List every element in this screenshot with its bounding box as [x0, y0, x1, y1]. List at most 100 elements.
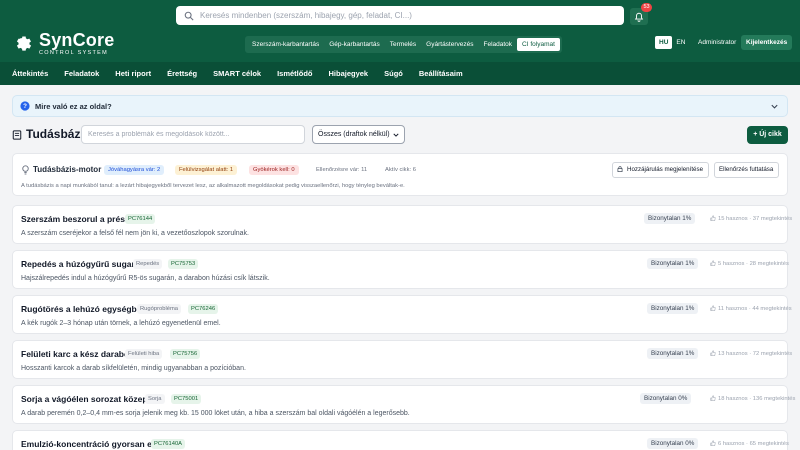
run-check-button[interactable]: Ellenőrzés futtatása	[714, 162, 780, 178]
article-code-badge: PC75001	[171, 394, 202, 404]
thumbs-up-icon	[710, 215, 716, 221]
page-help-toggle[interactable]: ? Mire való ez az oldal?	[12, 95, 788, 117]
engine-title: Tudásbázis-motor	[33, 165, 102, 174]
article-stats: 18 hasznos · 136 megtekintés	[710, 395, 795, 402]
lang-hu-button[interactable]: HU	[655, 36, 673, 49]
engine-description: A tudásbázis a napi munkából tanul: a le…	[21, 183, 405, 189]
show-contribution-button[interactable]: Hozzájárulás megjelenítése	[612, 162, 710, 178]
logout-button[interactable]: Kijelentkezés	[741, 35, 793, 50]
article-title: Rugótörés a lehúzó egységben	[21, 304, 147, 314]
article-code-badge: PC76246	[188, 304, 219, 314]
confidence-badge: Bizonytalan 1%	[644, 213, 696, 224]
article-stats-text: 6 hasznos · 65 megtekintés	[718, 441, 789, 447]
brand-name: SynCore	[39, 30, 115, 50]
nav-item-help[interactable]: Súgó	[384, 69, 403, 78]
article-title: Emulzió-koncentráció gyorsan esik	[21, 439, 164, 449]
article-stats: 11 hasznos · 44 megtekintés	[710, 305, 792, 312]
awaiting-check-count: Ellenőrzésre vár: 11	[316, 167, 368, 173]
thumbs-up-icon	[710, 260, 716, 266]
chevron-down-icon	[771, 104, 778, 109]
article-stats: 6 hasznos · 65 megtekintés	[710, 440, 789, 447]
nav-item-tasks[interactable]: Feladatok	[64, 69, 99, 78]
page-help-question: Mire való ez az oldal?	[35, 101, 112, 111]
confidence-badge: Bizonytalan 0%	[647, 438, 699, 449]
article-category-tag: Felületi hiba	[125, 349, 163, 359]
article-code-badge: PC75753	[168, 259, 199, 269]
article-description: A kék rugók 2–3 hónap után törnek, a leh…	[21, 320, 221, 327]
new-article-button[interactable]: + Új cikk	[747, 126, 788, 144]
article-description: Hajszálrepedés indul a húzógyűrű R5-ös s…	[21, 275, 270, 282]
article-card[interactable]: Rugótörés a lehúzó egységben Rugóproblém…	[12, 295, 792, 334]
knowledge-engine-panel: Tudásbázis-motor Jóváhagyásra vár: 2 Fel…	[12, 153, 788, 196]
article-description: Hosszanti karcok a darab síkfelületén, m…	[21, 365, 246, 372]
thumbs-up-icon	[710, 305, 716, 311]
module-tab-machine-maintenance[interactable]: Gép-karbantartás	[324, 38, 385, 51]
show-contribution-label: Hozzájárulás megjelenítése	[627, 166, 704, 173]
article-stats-text: 5 hasznos · 28 megtekintés	[718, 261, 789, 267]
brand-subtitle: CONTROL SYSTEM	[39, 50, 109, 56]
nav-item-my-settings[interactable]: Beállításaim	[419, 69, 463, 78]
current-user: Administrator	[698, 39, 737, 46]
nav-item-weekly-report[interactable]: Heti riport	[115, 69, 151, 78]
module-tab-production-planning[interactable]: Gyártástervezés	[421, 38, 478, 51]
notifications-button[interactable]: 53	[630, 3, 652, 25]
nav-item-maturity[interactable]: Érettség	[167, 69, 197, 78]
thumbs-up-icon	[710, 395, 716, 401]
root-cause-needed-badge: Gyökérok kell: 0	[249, 165, 299, 175]
module-tab-ci-process[interactable]: CI folyamat	[517, 38, 560, 51]
article-card[interactable]: Emulzió-koncentráció gyorsan esik PC7614…	[12, 430, 789, 450]
knowledge-search-input[interactable]	[81, 125, 305, 144]
module-nav: Szerszám-karbantartás Gép-karbantartás T…	[245, 36, 562, 53]
main-nav: Áttekintés Feladatok Heti riport Érettsé…	[0, 62, 800, 85]
article-category-tag: Sorja	[145, 394, 165, 404]
module-tab-production[interactable]: Termelés	[385, 38, 421, 51]
active-article-count: Aktív cikk: 6	[385, 167, 416, 173]
confidence-badge: Bizonytalan 1%	[647, 348, 699, 359]
article-category-tag: Repedés	[133, 259, 163, 269]
article-code-badge: PC76140A	[151, 439, 186, 449]
lang-en-button[interactable]: EN	[672, 36, 689, 49]
module-tab-tool-maintenance[interactable]: Szerszám-karbantartás	[247, 38, 324, 51]
article-stats-text: 13 hasznos · 72 megtekintés	[718, 351, 793, 357]
article-card[interactable]: Szerszám beszorul a présbe PC76144 A sze…	[12, 205, 792, 244]
article-card[interactable]: Felületi karc a kész darabon Felületi hi…	[12, 340, 792, 379]
article-title: Repedés a húzógyűrű sugarán	[21, 259, 145, 269]
global-search-input[interactable]	[200, 11, 600, 20]
thumbs-up-icon	[710, 440, 716, 446]
nav-item-smart-goals[interactable]: SMART célok	[213, 69, 261, 78]
module-tab-tasks[interactable]: Feladatok	[479, 38, 518, 51]
article-description: A darab peremén 0,2–0,4 mm-es sorja jele…	[21, 410, 410, 417]
chevron-down-icon	[393, 133, 399, 137]
book-icon	[12, 130, 22, 140]
status-filter-select[interactable]: Összes (draftok nélkül)	[312, 125, 405, 144]
notification-count-badge: 53	[641, 3, 652, 12]
confidence-badge: Bizonytalan 0%	[640, 393, 692, 404]
article-stats: 13 hasznos · 72 megtekintés	[710, 350, 792, 357]
nav-item-tickets[interactable]: Hibajegyek	[329, 69, 369, 78]
nav-item-overview[interactable]: Áttekintés	[12, 69, 48, 78]
question-icon: ?	[20, 101, 30, 111]
bell-icon	[634, 12, 644, 22]
article-stats: 15 hasznos · 37 megtekintés	[710, 215, 792, 222]
logo[interactable]: SynCore CONTROL SYSTEM	[14, 31, 114, 57]
search-icon	[184, 11, 194, 21]
article-card[interactable]: Repedés a húzógyűrű sugarán Repedés PC75…	[12, 250, 789, 289]
article-title: Szerszám beszorul a présbe	[21, 214, 135, 224]
nav-item-recurring[interactable]: Ismétlődő	[277, 69, 312, 78]
lightbulb-icon	[22, 165, 29, 175]
article-stats-text: 18 hasznos · 136 megtekintés	[718, 396, 796, 402]
article-stats-text: 15 hasznos · 37 megtekintés	[718, 216, 793, 222]
top-header: SynCore CONTROL SYSTEM 53 Szerszám-karba…	[0, 0, 800, 62]
lock-icon	[617, 166, 623, 172]
pending-approval-badge: Jóváhagyásra vár: 2	[104, 165, 165, 175]
article-category-tag: Rugóprobléma	[137, 304, 182, 314]
gear-logo-icon	[16, 36, 32, 51]
article-code-badge: PC76144	[125, 214, 156, 224]
article-card[interactable]: Sorja a vágóélen sorozat közepén Sorja P…	[12, 385, 795, 424]
article-title: Sorja a vágóélen sorozat közepén	[21, 394, 158, 404]
under-review-badge: Felülvizsgálat alatt: 1	[175, 165, 238, 175]
article-title: Felületi karc a kész darabon	[21, 349, 135, 359]
global-search[interactable]	[176, 6, 624, 25]
status-filter-value: Összes (draftok nélkül)	[318, 131, 390, 138]
svg-text:?: ?	[23, 103, 27, 110]
